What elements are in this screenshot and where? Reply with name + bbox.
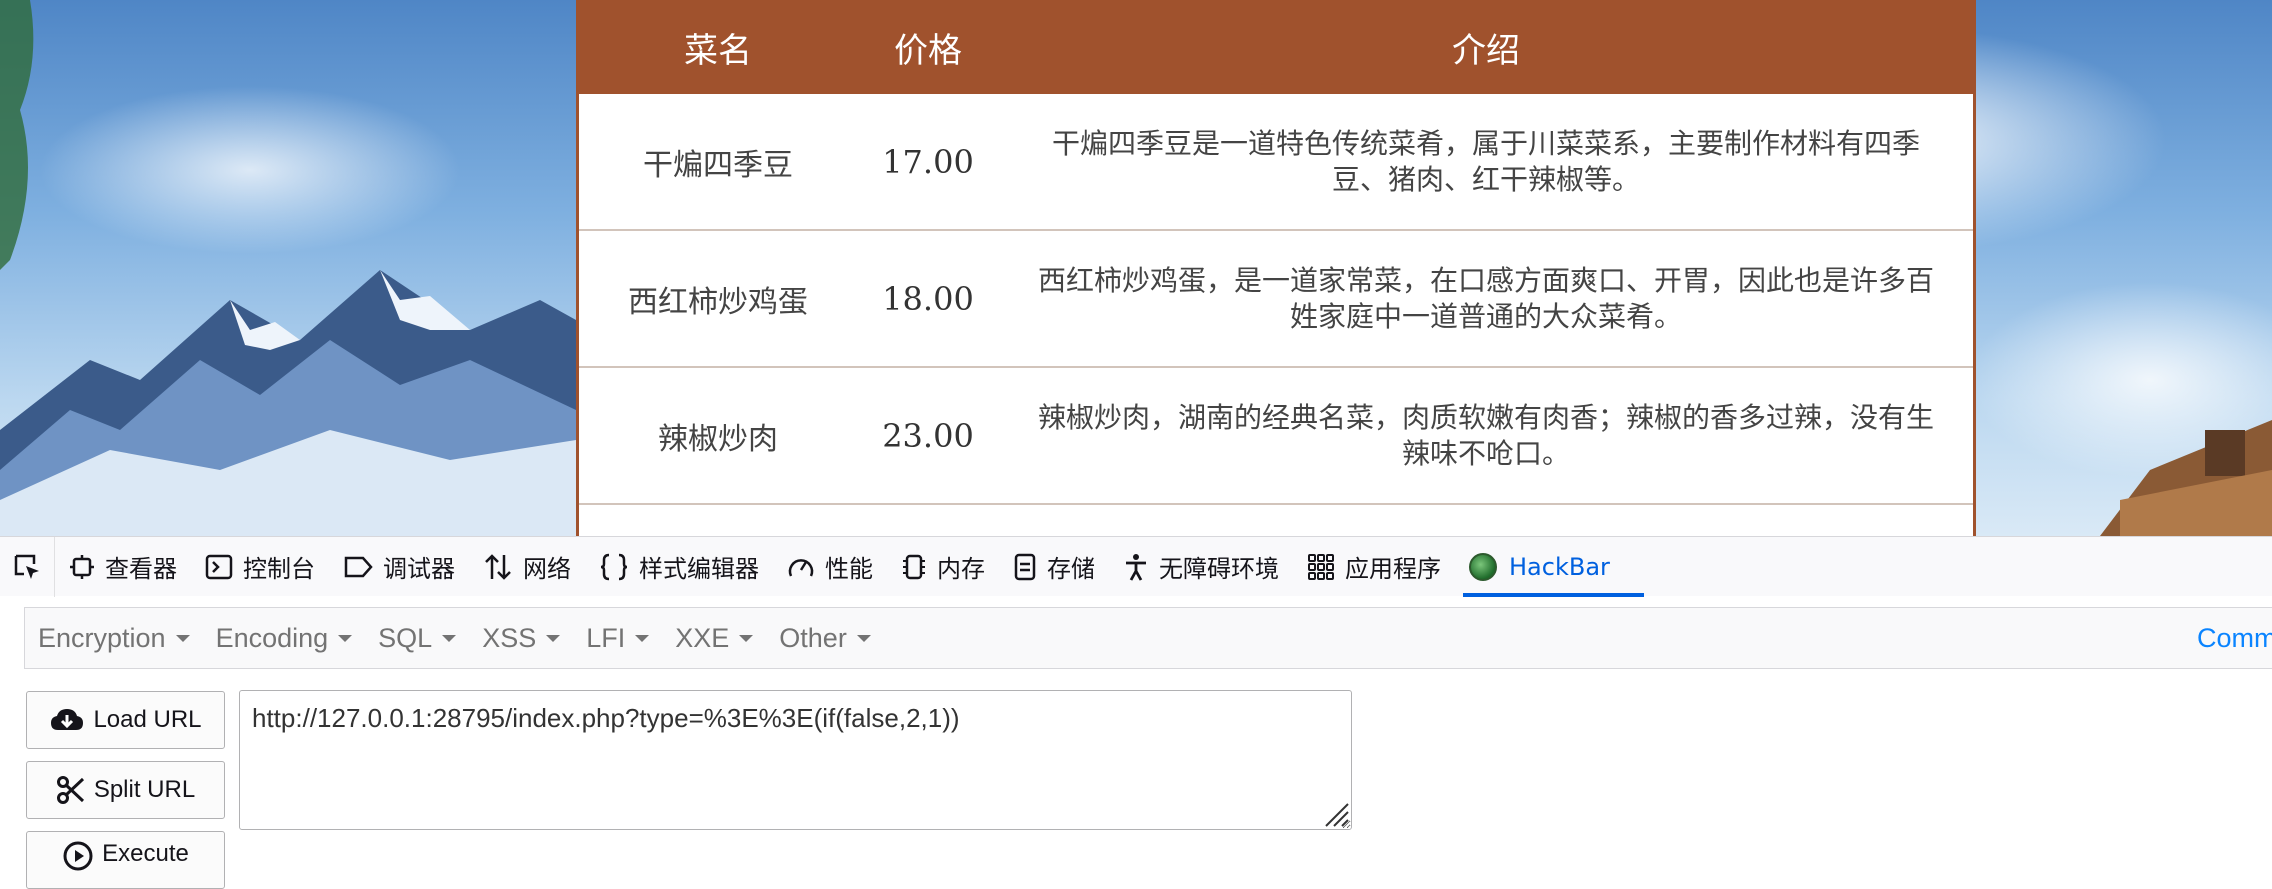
menu-lfi-label: LFI <box>586 622 626 653</box>
tab-console-label: 控制台 <box>243 555 315 583</box>
tab-hackbar-label: HackBar <box>1509 552 1610 581</box>
storage-icon <box>1014 553 1036 580</box>
menu-sql[interactable]: SQL <box>365 623 469 654</box>
chevron-down-icon <box>635 634 650 642</box>
tab-performance-label: 性能 <box>825 555 873 583</box>
menu-encoding[interactable]: Encoding <box>203 623 366 654</box>
tab-accessibility-label: 无障碍环境 <box>1159 555 1279 583</box>
chevron-down-icon <box>442 634 457 642</box>
page-viewport: 菜名 价格 介绍 干煸四季豆 17.00 干煸四季豆是一道特色传统菜肴，属于川菜… <box>0 0 2272 536</box>
dish-description: 鱼香肉丝，特菜，鱼香味型，特点：色红而艳，香气浓郁，咸甜 <box>999 504 1973 536</box>
column-header-price: 价格 <box>857 0 999 94</box>
chevron-down-icon <box>739 634 754 642</box>
tab-network-label: 网络 <box>523 555 571 583</box>
tab-inspector[interactable]: 查看器 <box>55 537 191 597</box>
commands-link[interactable]: Comm <box>2197 623 2272 654</box>
cloud-download-icon <box>51 709 84 730</box>
load-url-button[interactable]: Load URL <box>26 691 225 749</box>
load-url-label: Load URL <box>93 706 202 733</box>
inspector-icon <box>70 554 94 579</box>
table-row: 干煸四季豆 17.00 干煸四季豆是一道特色传统菜肴，属于川菜菜系，主要制作材料… <box>579 94 1973 231</box>
execute-label: Execute <box>102 840 189 867</box>
hackbar-icon <box>1469 552 1497 581</box>
column-header-name: 菜名 <box>579 0 857 94</box>
tab-performance[interactable]: 性能 <box>773 537 887 597</box>
split-url-button[interactable]: Split URL <box>26 761 225 819</box>
tab-memory-label: 内存 <box>937 555 985 583</box>
menu-table: 菜名 价格 介绍 干煸四季豆 17.00 干煸四季豆是一道特色传统菜肴，属于川菜… <box>579 0 1973 536</box>
dish-price <box>857 504 999 536</box>
menu-xxe[interactable]: XXE <box>662 623 766 654</box>
play-circle-icon <box>63 841 93 871</box>
dish-description: 西红柿炒鸡蛋，是一道家常菜，在口感方面爽口、开胃，因此也是许多百姓家庭中一道普通… <box>999 230 1973 368</box>
menu-encryption-label: Encryption <box>38 622 166 653</box>
chevron-down-icon <box>546 634 561 642</box>
performance-icon <box>788 558 814 577</box>
menu-encryption[interactable]: Encryption <box>25 623 203 654</box>
dish-price: 18.00 <box>857 230 999 368</box>
debugger-icon <box>344 556 373 577</box>
menu-encoding-label: Encoding <box>215 622 329 653</box>
chevron-down-icon <box>175 634 190 642</box>
tab-storage[interactable]: 存储 <box>999 537 1109 597</box>
tab-memory[interactable]: 内存 <box>887 537 999 597</box>
menu-other-label: Other <box>779 622 847 653</box>
tab-style-editor[interactable]: 样式编辑器 <box>585 537 773 597</box>
application-icon <box>1308 553 1334 580</box>
dish-price: 23.00 <box>857 367 999 505</box>
tab-accessibility[interactable]: 无障碍环境 <box>1109 537 1293 597</box>
chevron-down-icon <box>856 634 871 642</box>
execute-button[interactable]: Execute <box>26 831 225 889</box>
dish-price: 17.00 <box>857 94 999 231</box>
style-editor-icon <box>600 553 628 580</box>
dish-name: 西红柿炒鸡蛋 <box>579 230 857 368</box>
tab-application-label: 应用程序 <box>1345 555 1441 583</box>
column-header-description: 介绍 <box>999 0 1973 94</box>
hackbar-toolbar: Encryption Encoding SQL XSS LFI XXE Othe… <box>24 607 2272 669</box>
tab-style-editor-label: 样式编辑器 <box>639 555 759 583</box>
menu-xxe-label: XXE <box>675 622 730 653</box>
console-icon <box>205 554 233 579</box>
tab-application[interactable]: 应用程序 <box>1293 537 1455 597</box>
element-picker-icon <box>14 554 39 579</box>
table-row: 辣椒炒肉 23.00 辣椒炒肉，湖南的经典名菜，肉质软嫩有肉香；辣椒的香多过辣，… <box>579 367 1973 505</box>
table-row: 西红柿炒鸡蛋 18.00 西红柿炒鸡蛋，是一道家常菜，在口感方面爽口、开胃，因此… <box>579 230 1973 368</box>
tab-storage-label: 存储 <box>1047 555 1095 583</box>
menu-other[interactable]: Other <box>766 623 884 654</box>
tab-console[interactable]: 控制台 <box>191 537 329 597</box>
url-input[interactable]: http://127.0.0.1:28795/index.php?type=%3… <box>239 690 1352 830</box>
menu-xss-label: XSS <box>482 622 537 653</box>
dish-name: 干煸四季豆 <box>579 94 857 231</box>
dish-name <box>579 504 857 536</box>
menu-sql-label: SQL <box>378 622 433 653</box>
dish-name: 辣椒炒肉 <box>579 367 857 505</box>
memory-icon <box>903 554 925 579</box>
menu-table-container: 菜名 价格 介绍 干煸四季豆 17.00 干煸四季豆是一道特色传统菜肴，属于川菜… <box>576 0 1976 536</box>
tab-debugger[interactable]: 调试器 <box>329 537 469 597</box>
menu-lfi[interactable]: LFI <box>573 623 662 654</box>
dish-description: 辣椒炒肉，湖南的经典名菜，肉质软嫩有肉香；辣椒的香多过辣，没有生辣味不呛口。 <box>999 367 1973 505</box>
scissors-icon <box>56 776 84 804</box>
tab-inspector-label: 查看器 <box>105 555 177 583</box>
tab-hackbar[interactable]: HackBar <box>1455 537 1644 597</box>
devtools-tab-bar: 查看器 控制台 调试器 网络 样式编辑器 性能 内存 存储 无障碍环境 应用程序… <box>0 536 2272 597</box>
chevron-down-icon <box>338 634 353 642</box>
element-picker-button[interactable] <box>0 536 55 597</box>
menu-xss[interactable]: XSS <box>469 623 573 654</box>
tab-network[interactable]: 网络 <box>469 537 585 597</box>
dish-description: 干煸四季豆是一道特色传统菜肴，属于川菜菜系，主要制作材料有四季豆、猪肉、红干辣椒… <box>999 94 1973 231</box>
tab-debugger-label: 调试器 <box>383 555 455 583</box>
split-url-label: Split URL <box>93 776 196 803</box>
network-icon <box>485 553 511 580</box>
resize-handle-icon[interactable] <box>1318 796 1350 828</box>
accessibility-icon <box>1126 553 1146 581</box>
table-row: 鱼香肉丝，特菜，鱼香味型，特点：色红而艳，香气浓郁，咸甜 <box>579 504 1973 536</box>
